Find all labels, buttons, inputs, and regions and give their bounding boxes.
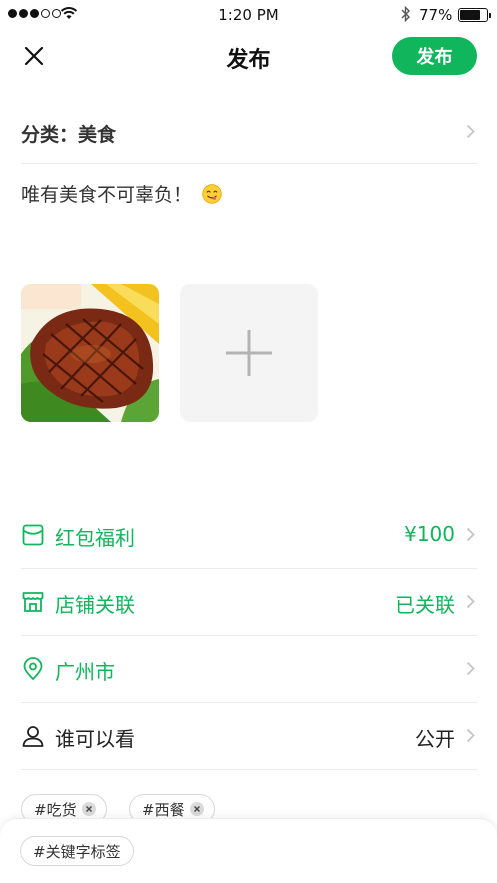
battery-level-fill [460, 10, 481, 20]
publish-button[interactable]: 发布 [392, 37, 477, 75]
red-packet-row[interactable]: 红包福利 ¥100 [21, 502, 477, 569]
close-icon [85, 806, 92, 812]
chevron-right-icon [466, 527, 475, 542]
red-packet-icon [22, 524, 44, 546]
bluetooth-icon [401, 5, 410, 23]
user-icon [22, 726, 44, 747]
close-icon [193, 806, 200, 812]
smiling-face-icon [202, 183, 222, 204]
store-link-row[interactable]: 店铺关联 已关联 [21, 569, 477, 636]
status-bar: 1:20 PM 77% [0, 0, 497, 30]
battery-percentage: 77% [419, 6, 453, 24]
visibility-label: 谁可以看 [55, 727, 135, 751]
battery-icon [458, 8, 491, 22]
chevron-right-icon [466, 661, 475, 676]
visibility-row[interactable]: 谁可以看 公开 [21, 703, 477, 770]
post-text: 唯有美食不可辜负！ [21, 184, 193, 206]
chevron-right-icon [466, 728, 475, 743]
category-label: 分类：美食 [21, 124, 117, 146]
tag-label: #西餐 [142, 800, 185, 819]
keyword-tag-label: #关键字标签 [33, 842, 121, 861]
food-image [21, 284, 159, 422]
location-row[interactable]: 广州市 [21, 636, 477, 703]
store-icon [22, 592, 44, 612]
red-packet-value: ¥100 [404, 522, 455, 546]
navigation-bar: 发布 发布 [0, 30, 497, 84]
visibility-value: 公开 [415, 727, 455, 751]
grilled-steak-photo[interactable] [21, 284, 159, 422]
plus-icon [226, 330, 272, 376]
red-packet-label: 红包福利 [55, 526, 135, 550]
remove-tag-button[interactable] [81, 802, 96, 816]
tag-label: #吃货 [34, 800, 77, 819]
chevron-right-icon [466, 124, 475, 139]
keyword-panel: #关键字标签 [0, 818, 497, 883]
keyword-tag-button[interactable]: #关键字标签 [20, 836, 134, 866]
location-label: 广州市 [55, 660, 115, 684]
add-photo-button[interactable] [180, 284, 318, 422]
store-link-status: 已关联 [395, 593, 455, 617]
post-text-input[interactable]: 唯有美食不可辜负！ [21, 180, 477, 207]
category-row[interactable]: 分类：美食 [21, 102, 477, 164]
chevron-right-icon [466, 594, 475, 609]
remove-tag-button[interactable] [189, 802, 204, 816]
location-pin-icon [23, 657, 43, 681]
store-link-label: 店铺关联 [55, 593, 135, 617]
